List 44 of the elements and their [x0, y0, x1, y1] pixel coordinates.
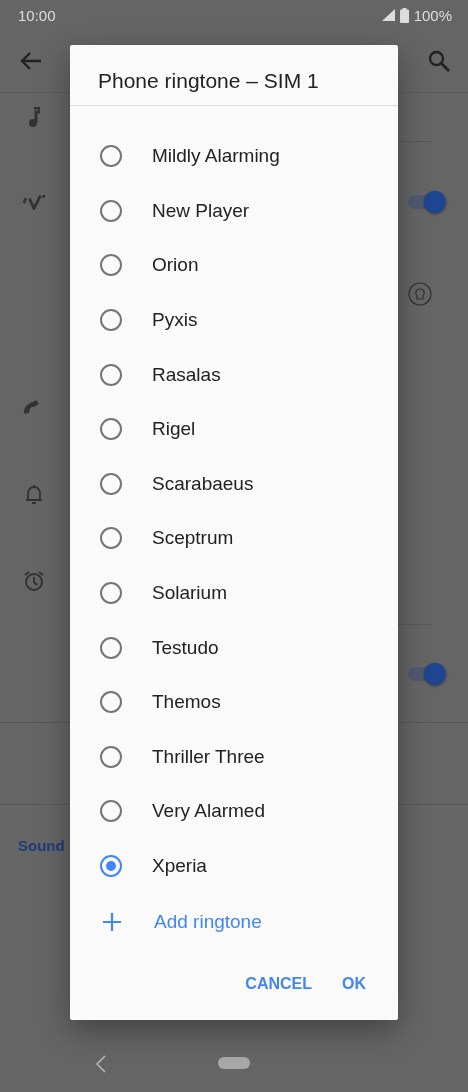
- search-icon[interactable]: [428, 50, 450, 72]
- ringtone-label[interactable]: Rasalas: [152, 363, 221, 386]
- radio-button[interactable]: [100, 636, 122, 659]
- radio-button[interactable]: [100, 363, 122, 386]
- ringtone-label[interactable]: Scarabaeus: [152, 472, 254, 495]
- radio-button[interactable]: [100, 582, 122, 605]
- ringtone-label[interactable]: Pyxis: [152, 309, 198, 332]
- back-nav-icon[interactable]: [96, 1055, 106, 1073]
- battery-icon: [399, 7, 409, 23]
- section-label: Sound: [18, 836, 65, 854]
- lightbulb-icon: [408, 282, 432, 306]
- alarm-clock-icon: [23, 570, 45, 592]
- ringtone-label[interactable]: Very Alarmed: [152, 800, 265, 823]
- radio-button[interactable]: [100, 855, 122, 877]
- ringtone-label[interactable]: Xperia: [152, 855, 207, 877]
- radio-button[interactable]: [100, 745, 122, 768]
- ringtone-label[interactable]: Orion: [152, 254, 199, 277]
- bell-icon: [24, 483, 44, 505]
- radio-button[interactable]: [100, 472, 122, 495]
- ringtone-label[interactable]: Mildly Alarming: [152, 145, 280, 168]
- home-button[interactable]: [218, 1057, 250, 1069]
- plus-icon[interactable]: [103, 913, 121, 931]
- radio-button[interactable]: [100, 527, 122, 550]
- vibration-icon: [22, 194, 46, 210]
- ringtone-label[interactable]: Rigel: [152, 418, 196, 441]
- ringtone-label[interactable]: Thriller Three: [152, 745, 265, 768]
- ringtone-label[interactable]: Sceptrum: [152, 527, 234, 550]
- radio-button[interactable]: [100, 199, 122, 222]
- radio-button[interactable]: [100, 145, 122, 168]
- signal-icon: [381, 9, 395, 21]
- ringtone-label[interactable]: New Player: [152, 199, 250, 222]
- ringtone-label[interactable]: Solarium: [152, 582, 227, 605]
- radio-button[interactable]: [100, 418, 122, 441]
- status-time: 10:00: [18, 6, 56, 24]
- radio-button[interactable]: [100, 691, 122, 714]
- radio-button[interactable]: [100, 254, 122, 277]
- radio-button[interactable]: [100, 800, 122, 823]
- battery-level: 100%: [413, 6, 452, 24]
- music-note-icon: [28, 107, 40, 127]
- ringtone-label[interactable]: Themos: [152, 691, 221, 714]
- dialog-title: Phone ringtone – SIM 1: [70, 45, 398, 106]
- radio-button[interactable]: [100, 309, 122, 332]
- ringtone-label[interactable]: Testudo: [152, 636, 219, 659]
- back-arrow-icon[interactable]: [20, 51, 42, 71]
